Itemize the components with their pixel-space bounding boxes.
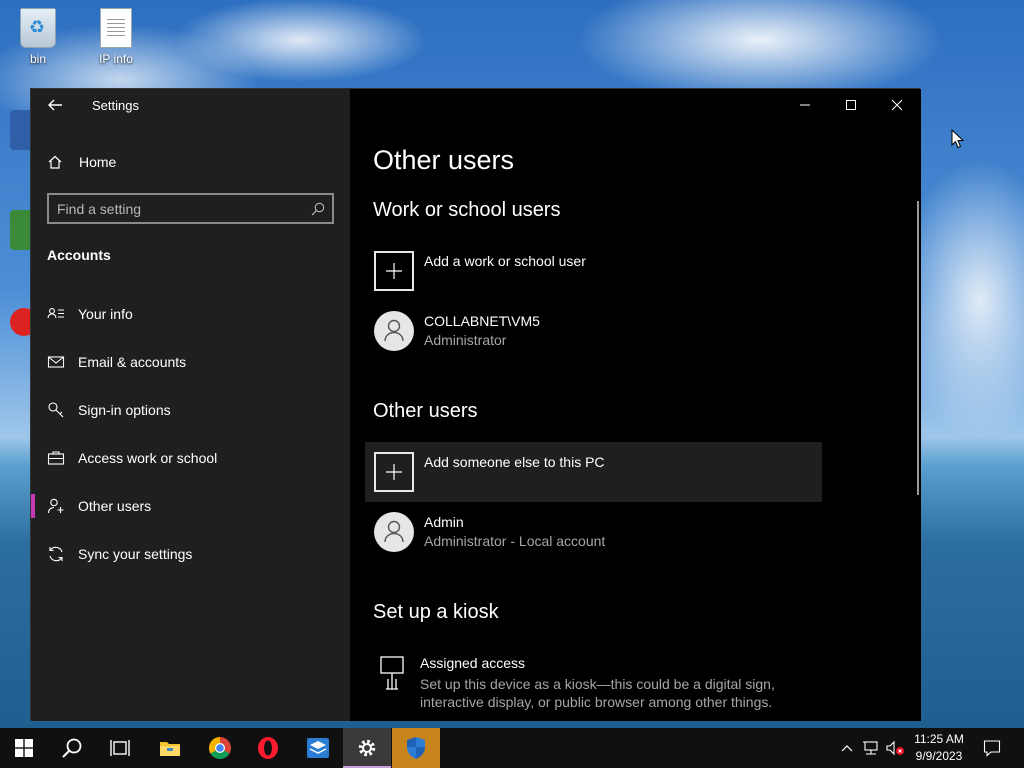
recycle-bin-icon <box>20 8 56 48</box>
settings-window: Settings Home Accounts Your info Email &… <box>30 88 921 721</box>
mail-app-button[interactable] <box>294 728 342 768</box>
back-button[interactable] <box>45 95 65 115</box>
search-input[interactable] <box>57 199 297 218</box>
assigned-access-description: Set up this device as a kiosk—this could… <box>420 676 775 710</box>
sidebar-item-access-work-school[interactable]: Access work or school <box>31 438 350 478</box>
desktop-icon-label: bin <box>29 52 46 66</box>
add-someone-else-button[interactable]: Add someone else to this PC <box>365 442 822 502</box>
task-view-icon <box>110 740 130 756</box>
sidebar-item-label: Your info <box>78 306 133 322</box>
clock-time: 11:25 AM <box>914 732 964 746</box>
close-icon <box>891 99 903 111</box>
show-hidden-icons-button[interactable] <box>838 728 856 768</box>
key-icon <box>48 402 64 418</box>
active-indicator <box>31 494 35 518</box>
scrollbar[interactable] <box>917 201 919 495</box>
plus-icon <box>374 452 414 492</box>
task-view-button[interactable] <box>96 728 144 768</box>
sidebar-item-sync-settings[interactable]: Sync your settings <box>31 534 350 574</box>
chrome-icon <box>209 737 231 759</box>
plus-icon <box>374 251 414 291</box>
home-icon <box>48 155 62 169</box>
gear-icon <box>358 739 376 757</box>
sync-icon <box>49 546 63 562</box>
desktop-icon-label: IP info <box>99 52 133 66</box>
mail-icon <box>47 356 65 368</box>
sidebar-item-sign-in-options[interactable]: Sign-in options <box>31 390 350 430</box>
start-button[interactable] <box>0 728 48 768</box>
page-title: Other users <box>373 145 515 175</box>
sidebar-item-label: Email & accounts <box>78 354 187 370</box>
user-row-admin[interactable]: Admin Administrator - Local account <box>365 502 822 562</box>
desktop-icon-ip-info[interactable]: IP info <box>80 8 152 66</box>
kiosk-heading: Set up a kiosk <box>373 601 499 623</box>
settings-taskbar-button[interactable] <box>343 728 391 768</box>
shield-icon <box>407 737 425 759</box>
add-person-icon <box>47 498 64 514</box>
user-role: Administrator <box>424 332 507 348</box>
search-box <box>47 193 334 224</box>
sidebar-item-label: Other users <box>78 498 152 514</box>
window-title: Settings <box>92 98 139 113</box>
add-someone-else-label: Add someone else to this PC <box>424 454 605 470</box>
chrome-button[interactable] <box>196 728 244 768</box>
person-card-icon <box>47 308 64 319</box>
add-work-school-user-button[interactable]: Add a work or school user <box>365 241 822 301</box>
user-role: Administrator - Local account <box>424 533 606 549</box>
avatar-icon <box>374 512 414 552</box>
minimize-button[interactable] <box>782 89 828 121</box>
sidebar-item-email-accounts[interactable]: Email & accounts <box>31 342 350 382</box>
maximize-icon <box>846 100 856 110</box>
volume-tray-button[interactable] <box>884 728 906 768</box>
user-row-collabnet-vm5[interactable]: COLLABNET\VM5 Administrator <box>365 301 822 361</box>
desktop-icon-recycle-bin[interactable]: bin <box>2 8 74 66</box>
kiosk-icon <box>380 656 404 690</box>
section-label: Accounts <box>47 247 111 263</box>
minimize-icon <box>800 104 810 106</box>
content-pane: Other users Work or school users Add a w… <box>350 89 921 721</box>
taskbar: 11:25 AM 9/9/2023 <box>0 728 1024 768</box>
avatar-icon <box>374 311 414 351</box>
network-tray-button[interactable] <box>860 728 882 768</box>
action-center-button[interactable] <box>978 728 1006 768</box>
opera-icon <box>258 737 278 759</box>
briefcase-icon <box>47 451 65 465</box>
assigned-access-button[interactable]: Assigned access Set up this device as a … <box>365 649 865 719</box>
windows-logo-icon <box>15 739 33 757</box>
file-explorer-button[interactable] <box>146 728 194 768</box>
assigned-access-title: Assigned access <box>420 655 526 671</box>
back-arrow-icon <box>48 99 62 111</box>
text-file-icon <box>100 8 132 48</box>
notification-icon <box>983 740 1001 757</box>
add-work-school-user-label: Add a work or school user <box>424 253 586 269</box>
sidebar-item-other-users[interactable]: Other users <box>31 486 350 526</box>
nav-home[interactable]: Home <box>47 151 337 173</box>
user-name: Admin <box>424 514 464 530</box>
mouse-cursor-icon <box>951 129 965 149</box>
sidebar-item-label: Sign-in options <box>78 402 171 418</box>
network-icon <box>863 741 878 755</box>
nav-home-label: Home <box>79 154 117 170</box>
search-icon[interactable] <box>310 201 326 217</box>
clock[interactable]: 11:25 AM 9/9/2023 <box>908 731 970 765</box>
chevron-up-icon <box>841 745 853 752</box>
volume-muted-icon <box>886 740 904 756</box>
sidebar-item-your-info[interactable]: Your info <box>31 294 350 334</box>
sidebar: Settings Home Accounts Your info Email &… <box>31 89 350 721</box>
search-icon <box>62 738 82 758</box>
folder-icon <box>160 742 180 756</box>
sidebar-item-label: Sync your settings <box>78 546 193 562</box>
security-taskbar-button[interactable] <box>392 728 440 768</box>
search-button[interactable] <box>48 728 96 768</box>
app-box-icon <box>307 738 329 758</box>
close-button[interactable] <box>874 89 920 121</box>
clock-date: 9/9/2023 <box>915 749 963 763</box>
opera-button[interactable] <box>244 728 292 768</box>
other-users-heading: Other users <box>373 400 478 422</box>
sidebar-item-label: Access work or school <box>78 450 218 466</box>
work-school-heading: Work or school users <box>373 199 561 221</box>
maximize-button[interactable] <box>828 89 874 121</box>
user-name: COLLABNET\VM5 <box>424 313 540 329</box>
